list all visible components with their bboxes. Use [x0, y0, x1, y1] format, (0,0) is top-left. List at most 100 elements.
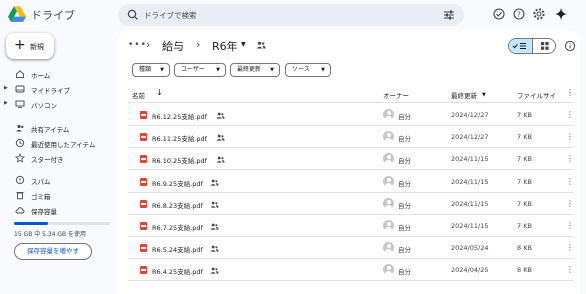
- more-columns-icon[interactable]: ⋮: [566, 88, 574, 97]
- pdf-file-icon: [140, 266, 147, 275]
- list-view-button[interactable]: [509, 39, 533, 53]
- sidebar-item-shared[interactable]: 共有アイテム: [4, 121, 106, 135]
- file-name[interactable]: R6.9.25支給.pdf: [152, 178, 203, 188]
- breadcrumb-folder-parent[interactable]: 給与: [162, 38, 184, 54]
- more-actions-icon[interactable]: ⋮: [566, 243, 574, 252]
- file-owner: 自分: [398, 246, 411, 255]
- more-actions-icon[interactable]: ⋮: [566, 177, 574, 186]
- file-size: 7 KB: [517, 222, 532, 230]
- more-actions-icon[interactable]: ⋮: [566, 110, 574, 119]
- trash-icon: [16, 192, 24, 200]
- file-name[interactable]: R6.8.23支給.pdf: [152, 200, 203, 210]
- gemini-sparkle-icon[interactable]: [554, 7, 568, 21]
- shared-users-icon: [210, 223, 219, 230]
- pdf-file-icon: [140, 177, 147, 186]
- filter-chip-type[interactable]: 種類 ▼: [132, 63, 170, 77]
- sidebar-item-starred[interactable]: スター付き: [4, 151, 106, 165]
- help-icon[interactable]: ?: [512, 7, 526, 21]
- google-drive-logo[interactable]: [8, 6, 26, 22]
- more-actions-icon[interactable]: ⋮: [566, 221, 574, 230]
- file-row[interactable]: R6.11.25支給.pdf 自分 2024/12/27 7 KB ⋮: [128, 126, 574, 149]
- column-header-modified[interactable]: 最終更新: [451, 90, 477, 100]
- sidebar-item-label: ホーム: [31, 72, 51, 80]
- get-more-storage-button[interactable]: 保存容量を増やす: [14, 243, 92, 260]
- file-modified-date: 2024/12/27: [451, 133, 489, 142]
- file-name[interactable]: R6.4.25支給.pdf: [152, 266, 203, 276]
- column-header-name[interactable]: 名前: [132, 90, 145, 100]
- search-input[interactable]: [144, 7, 434, 23]
- owner-avatar: [383, 197, 394, 209]
- file-name[interactable]: R6.5.24支給.pdf: [152, 244, 203, 254]
- sidebar-item-storage[interactable]: 保存容量: [4, 203, 106, 217]
- file-owner: 自分: [398, 157, 411, 166]
- sidebar-item-trash[interactable]: ゴミ箱: [4, 188, 106, 202]
- filter-chip-modified[interactable]: 最終更新 ▼: [230, 63, 280, 77]
- more-actions-icon[interactable]: ⋮: [566, 132, 574, 141]
- file-name[interactable]: R6.7.25支給.pdf: [152, 222, 203, 232]
- offline-status-icon[interactable]: [492, 7, 506, 21]
- more-actions-icon[interactable]: ⋮: [566, 199, 574, 208]
- expand-arrow-icon[interactable]: ▶: [4, 100, 8, 106]
- computer-icon: [15, 100, 25, 109]
- file-row[interactable]: R6.5.24支給.pdf 自分 2024/05/24 8 KB ⋮: [128, 237, 574, 260]
- breadcrumb-folder-current[interactable]: R6年: [212, 38, 238, 54]
- file-row[interactable]: R6.9.25支給.pdf 自分 2024/11/15 7 KB ⋮: [128, 171, 574, 193]
- sidebar-item-spam[interactable]: スパム: [4, 173, 106, 187]
- file-name[interactable]: R6.10.25支給.pdf: [152, 155, 207, 165]
- file-row[interactable]: R6.4.25支給.pdf 自分 2024/04/25 8 KB ⋮: [128, 259, 574, 282]
- search-icon[interactable]: [126, 8, 140, 22]
- filter-chip-source[interactable]: ソース ▼: [285, 63, 331, 77]
- file-row[interactable]: R6.10.25支給.pdf 自分 2024/11/15 7 KB ⋮: [128, 148, 574, 171]
- expand-arrow-icon[interactable]: ▶: [4, 85, 8, 91]
- owner-avatar: [383, 109, 394, 120]
- search-options-icon[interactable]: [442, 8, 456, 22]
- settings-gear-icon[interactable]: [532, 7, 546, 21]
- file-row[interactable]: R6.8.23支給.pdf 自分 2024/11/15 7 KB ⋮: [128, 193, 574, 215]
- file-name[interactable]: R6.11.25支給.pdf: [152, 133, 207, 143]
- sidebar-item-label: マイドライブ: [31, 87, 70, 95]
- sidebar-item-label: 共有アイテム: [31, 126, 70, 134]
- view-toggle: [508, 38, 556, 54]
- file-size: 8 KB: [517, 244, 532, 253]
- file-name[interactable]: R6.12.25支給.pdf: [152, 111, 207, 121]
- sidebar-item-home[interactable]: ホーム: [4, 67, 106, 81]
- file-owner: 自分: [398, 268, 411, 277]
- my-drive-icon: [15, 85, 25, 93]
- filter-chip-label: ユーザー: [181, 66, 205, 73]
- owner-avatar: [383, 153, 394, 165]
- app-title[interactable]: ドライブ: [31, 7, 75, 23]
- scrollbar[interactable]: [580, 30, 586, 294]
- storage-usage-text: 15 GB 中 5.34 GB を使用: [14, 231, 87, 238]
- file-row[interactable]: R6.7.25支給.pdf 自分 2024/11/15 7 KB ⋮: [128, 215, 574, 237]
- file-owner: 自分: [398, 201, 411, 210]
- filter-chip-label: 種類: [139, 66, 152, 73]
- more-actions-icon[interactable]: ⋮: [566, 154, 574, 163]
- pdf-file-icon: [140, 155, 147, 164]
- file-size: 7 KB: [517, 133, 532, 142]
- star-icon: [15, 153, 25, 163]
- file-size: 7 KB: [517, 111, 532, 119]
- new-button[interactable]: + 新規: [6, 33, 54, 59]
- more-actions-icon[interactable]: ⋮: [566, 265, 574, 274]
- pdf-file-icon: [140, 111, 147, 119]
- sort-arrow-down-icon[interactable]: ↓: [156, 88, 163, 97]
- breadcrumb-more-button[interactable]: •••: [128, 40, 147, 50]
- header-divider: [128, 102, 574, 103]
- top-bar: ドライブ ?: [0, 0, 586, 30]
- sidebar-item-computers[interactable]: ▶ パソコン: [4, 97, 106, 111]
- info-icon[interactable]: [564, 40, 576, 52]
- sort-caret-icon[interactable]: ▼: [482, 92, 486, 98]
- column-header-owner[interactable]: オーナー: [383, 90, 409, 100]
- breadcrumb-chevron-icon: ›: [196, 38, 201, 51]
- sidebar-item-recent[interactable]: 最近使用したアイテム: [4, 136, 106, 150]
- pdf-file-icon: [140, 244, 147, 253]
- search-bar[interactable]: [118, 4, 464, 26]
- file-row[interactable]: R6.12.25支給.pdf 自分 2024/12/27 7 KB ⋮: [128, 104, 574, 126]
- folder-menu-caret-icon[interactable]: ▼: [241, 41, 246, 48]
- grid-view-button[interactable]: [533, 39, 555, 53]
- filter-chip-people[interactable]: ユーザー ▼: [174, 63, 226, 77]
- home-icon: [16, 70, 24, 79]
- column-header-file-size[interactable]: ファイルサイ: [517, 90, 556, 100]
- sidebar-item-my-drive[interactable]: ▶ マイドライブ: [4, 82, 106, 96]
- file-owner: 自分: [398, 113, 411, 121]
